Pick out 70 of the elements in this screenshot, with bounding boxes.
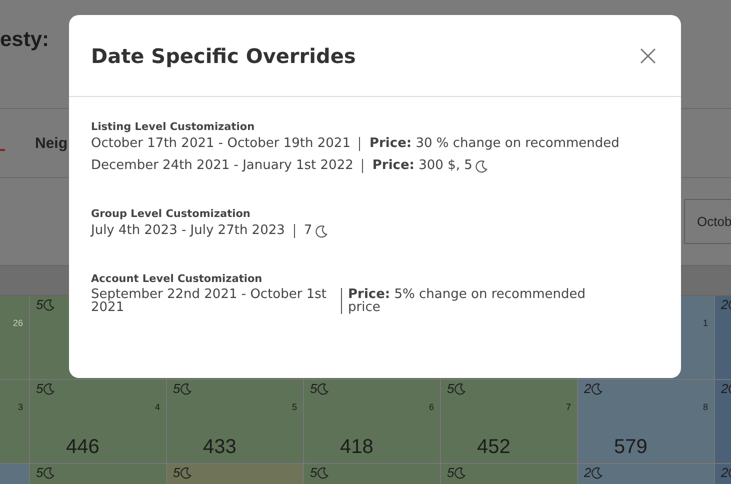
calendar-cell[interactable]: 2: [578, 464, 715, 484]
calendar-cell[interactable]: 5 7 452: [441, 380, 578, 464]
page-heading: esty:: [0, 28, 50, 51]
moon-icon: [180, 382, 192, 394]
calendar-cell[interactable]: 5: [304, 464, 441, 484]
moon-icon: [591, 382, 604, 394]
day-number: 5: [292, 402, 297, 412]
moon-icon: [43, 466, 56, 478]
nights-count: 2: [584, 466, 592, 480]
nights-count: 2: [584, 382, 592, 396]
nights-count: 5: [447, 382, 454, 396]
calendar-cell[interactable]: 5: [167, 464, 304, 484]
day-number: 8: [702, 402, 708, 412]
day-number: 7: [566, 402, 571, 412]
date-range: September 22nd 2021 - October 1st 2021: [91, 288, 328, 314]
nights-count: 5: [447, 466, 454, 480]
section-heading: Group Level Customization: [91, 208, 252, 220]
moon-icon: [43, 382, 56, 394]
moon-icon: [317, 466, 330, 478]
override-details: 7: [304, 223, 312, 239]
tab-indicator: [0, 149, 5, 151]
calendar-cell[interactable]: 5: [441, 464, 578, 484]
calendar-cell[interactable]: 5 4 446: [30, 380, 167, 464]
calendar-cell[interactable]: 3: [0, 380, 30, 464]
day-number: 3: [18, 402, 23, 412]
moon-icon: [317, 382, 330, 394]
moon-icon: [454, 382, 466, 394]
nights-count: 5: [36, 382, 44, 396]
price-value: 452: [477, 436, 512, 459]
price-value: 446: [66, 436, 100, 459]
nights-count: 5: [310, 466, 318, 480]
nav-tab[interactable]: Neig: [35, 134, 68, 152]
price-value: 579: [614, 436, 648, 459]
override-details: Price: 5% change on recommended price: [348, 288, 587, 314]
day-number: 1: [702, 318, 708, 328]
calendar-cell[interactable]: 5 5 433: [167, 380, 304, 464]
day-number: 4: [154, 402, 160, 412]
moon-icon: [591, 466, 604, 478]
override-details: Price: 30 % change on recommended: [369, 136, 620, 152]
nights-count: 5: [173, 466, 180, 480]
nights-count: 2: [721, 298, 728, 312]
date-range: October 17th 2021 - October 19th 2021: [91, 136, 350, 152]
moon-icon: [454, 466, 466, 478]
calendar-cell[interactable]: 5: [30, 464, 167, 484]
close-button[interactable]: [639, 46, 657, 64]
day-number: 26: [12, 318, 23, 328]
section-heading: Account Level Customization: [91, 273, 264, 285]
date-range: July 4th 2023 - July 27th 2023: [91, 223, 285, 239]
calendar-cell[interactable]: 2: [715, 380, 731, 464]
calendar-cell[interactable]: 26: [0, 296, 30, 380]
nights-count: 5: [36, 466, 44, 480]
month-dropdown[interactable]: Octob: [684, 199, 731, 244]
day-number: 6: [428, 402, 434, 412]
override-details: Price: 300 $, 5: [372, 158, 472, 174]
nights-count: 2: [721, 466, 728, 480]
price-value: 418: [340, 436, 374, 459]
moon-icon: [43, 298, 56, 310]
section-heading: Listing Level Customization: [91, 121, 256, 133]
calendar-cell[interactable]: 2 8 579: [578, 380, 715, 464]
nights-count: 5: [173, 382, 180, 396]
nights-count: 2: [721, 382, 728, 396]
nights-count: 5: [310, 382, 318, 396]
calendar-cell[interactable]: 2: [715, 464, 731, 484]
nights-count: 5: [36, 298, 44, 312]
date-range: December 24th 2021 - January 1st 2022: [91, 158, 354, 174]
price-value: 433: [203, 436, 238, 459]
calendar-cell[interactable]: 5 6 418: [304, 380, 441, 464]
moon-icon: [180, 466, 192, 478]
modal-title: Date Specific Overrides: [91, 44, 356, 68]
calendar-cell[interactable]: 2: [715, 296, 731, 380]
